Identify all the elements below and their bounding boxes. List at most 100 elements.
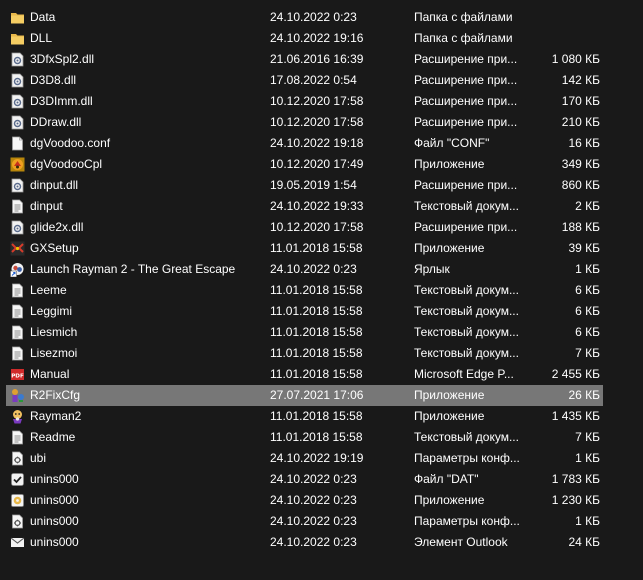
file-name: DLL <box>30 31 53 45</box>
file-name: unins000 <box>30 535 79 549</box>
file-date-modified: 10.12.2020 17:58 <box>270 115 364 129</box>
file-size: 142 КБ <box>561 73 600 87</box>
file-row[interactable]: D3D8.dll 17.08.2022 0:54 Расширение при...… <box>0 70 643 91</box>
file-type: Расширение при... <box>414 52 518 66</box>
file-row[interactable]: 3DfxSpl2.dll 21.06.2016 16:39 Расширение п… <box>0 49 643 70</box>
dll-file-icon <box>10 94 25 109</box>
file-date-modified: 24.10.2022 0:23 <box>270 262 357 276</box>
file-row[interactable]: ubi 24.10.2022 19:19 Параметры конф... 1 КБ <box>0 448 643 469</box>
file-type: Расширение при... <box>414 94 518 108</box>
file-size: 1 230 КБ <box>551 493 600 507</box>
text-file-icon <box>10 325 25 340</box>
file-name: DDraw.dll <box>30 115 82 129</box>
file-name: Manual <box>30 367 70 381</box>
file-row[interactable]: dgVoodoo.conf 24.10.2022 19:18 Файл "CONF"… <box>0 133 643 154</box>
file-size: 2 КБ <box>575 199 600 213</box>
file-date-modified: 11.01.2018 15:58 <box>270 367 363 381</box>
file-row[interactable]: D3DImm.dll 10.12.2020 17:58 Расширение при… <box>0 91 643 112</box>
file-row[interactable]: dinput 24.10.2022 19:33 Текстовый докум...… <box>0 196 643 217</box>
file-date-modified: 27.07.2021 17:06 <box>270 388 364 402</box>
file-type: Microsoft Edge P... <box>414 367 514 381</box>
file-size: 7 КБ <box>575 346 600 360</box>
file-date-modified: 17.08.2022 0:54 <box>270 73 357 87</box>
pdf-file-icon: PDF <box>10 367 25 382</box>
file-row[interactable]: PDF Manual 11.01.2018 15:58 Microsoft Edge … <box>0 364 643 385</box>
file-name: D3D8.dll <box>30 73 77 87</box>
file-type: Расширение при... <box>414 178 518 192</box>
file-row[interactable]: DLL 24.10.2022 19:16 Папка с файлами <box>0 28 643 49</box>
file-row[interactable]: Leeme 11.01.2018 15:58 Текстовый докум... 6… <box>0 280 643 301</box>
file-size: 6 КБ <box>575 325 600 339</box>
file-date-modified: 24.10.2022 0:23 <box>270 493 357 507</box>
file-type: Текстовый докум... <box>414 283 519 297</box>
file-row[interactable]: R2FixCfg 27.07.2021 17:06 Приложение 26 КБ <box>0 385 643 406</box>
file-size: 2 455 КБ <box>551 367 600 381</box>
file-row[interactable]: dgVoodooCpl 10.12.2020 17:49 Приложение 349… <box>0 154 643 175</box>
text-file-icon <box>10 430 25 445</box>
dll-file-icon <box>10 220 25 235</box>
file-name: Leeme <box>30 283 67 297</box>
file-type: Расширение при... <box>414 220 518 234</box>
file-date-modified: 24.10.2022 0:23 <box>270 535 357 549</box>
file-name: Readme <box>30 430 76 444</box>
file-row[interactable]: GXSetup 11.01.2018 15:58 Приложение 39 КБ <box>0 238 643 259</box>
file-row[interactable]: Liesmich 11.01.2018 15:58 Текстовый докум.… <box>0 322 643 343</box>
file-row[interactable]: dinput.dll 19.05.2019 1:54 Расширение при.… <box>0 175 643 196</box>
file-type: Элемент Outlook <box>414 535 508 549</box>
file-row[interactable]: Readme 11.01.2018 15:58 Текстовый докум...… <box>0 427 643 448</box>
text-file-icon <box>10 283 25 298</box>
file-size: 16 КБ <box>568 136 600 150</box>
file-row[interactable]: unins000 24.10.2022 0:23 Приложение 1 230 К… <box>0 490 643 511</box>
file-size: 860 КБ <box>561 178 600 192</box>
file-type: Параметры конф... <box>414 514 520 528</box>
file-row[interactable]: glide2x.dll 10.12.2020 17:58 Расширение пр… <box>0 217 643 238</box>
svg-text:PDF: PDF <box>11 374 24 380</box>
file-name: Leggimi <box>30 304 73 318</box>
file-date-modified: 24.10.2022 19:18 <box>270 136 364 150</box>
file-row[interactable]: Leggimi 11.01.2018 15:58 Текстовый докум..… <box>0 301 643 322</box>
file-row[interactable]: unins000 24.10.2022 0:23 Элемент Outlook 24… <box>0 532 643 553</box>
file-date-modified: 24.10.2022 19:33 <box>270 199 364 213</box>
file-name: 3DfxSpl2.dll <box>30 52 95 66</box>
file-size: 210 КБ <box>561 115 600 129</box>
file-type: Приложение <box>414 409 485 423</box>
file-type: Текстовый докум... <box>414 430 519 444</box>
file-size: 170 КБ <box>561 94 600 108</box>
file-size: 26 КБ <box>568 388 600 402</box>
file-name: ubi <box>30 451 47 465</box>
file-row[interactable]: Rayman2 11.01.2018 15:58 Приложение 1 435 К… <box>0 406 643 427</box>
file-name: unins000 <box>30 472 79 486</box>
config-file-icon <box>10 514 25 529</box>
file-date-modified: 24.10.2022 0:23 <box>270 10 357 24</box>
file-date-modified: 11.01.2018 15:58 <box>270 409 363 423</box>
file-row[interactable]: Data 24.10.2022 0:23 Папка с файлами <box>0 7 643 28</box>
file-size: 1 КБ <box>575 514 600 528</box>
file-name: Launch Rayman 2 - The Great Escape <box>30 262 236 276</box>
file-type: Приложение <box>414 388 485 402</box>
dgvoodoo-app-icon <box>10 157 25 172</box>
blank-file-icon <box>10 136 25 151</box>
uninstaller-app-icon <box>10 493 25 508</box>
file-row[interactable]: unins000 24.10.2022 0:23 Файл "DAT" 1 783 К… <box>0 469 643 490</box>
file-row[interactable]: Launch Rayman 2 - The Great Escape 24.10.… <box>0 259 643 280</box>
file-name: D3DImm.dll <box>30 94 93 108</box>
file-type: Параметры конф... <box>414 451 520 465</box>
file-date-modified: 24.10.2022 19:19 <box>270 451 364 465</box>
file-name: Data <box>30 10 56 24</box>
file-date-modified: 10.12.2020 17:58 <box>270 94 364 108</box>
file-type: Расширение при... <box>414 115 518 129</box>
text-file-icon <box>10 199 25 214</box>
file-type: Ярлык <box>414 262 450 276</box>
file-type: Папка с файлами <box>414 31 513 45</box>
file-size: 7 КБ <box>575 430 600 444</box>
file-type: Расширение при... <box>414 73 518 87</box>
file-date-modified: 11.01.2018 15:58 <box>270 346 363 360</box>
file-size: 1 783 КБ <box>551 472 600 486</box>
folder-icon <box>10 31 25 46</box>
file-name: Rayman2 <box>30 409 82 423</box>
file-row[interactable]: DDraw.dll 10.12.2020 17:58 Расширение при.… <box>0 112 643 133</box>
file-date-modified: 11.01.2018 15:58 <box>270 241 363 255</box>
file-row[interactable]: unins000 24.10.2022 0:23 Параметры конф...… <box>0 511 643 532</box>
file-size: 349 КБ <box>561 157 600 171</box>
file-row[interactable]: Lisezmoi 11.01.2018 15:58 Текстовый докум.… <box>0 343 643 364</box>
